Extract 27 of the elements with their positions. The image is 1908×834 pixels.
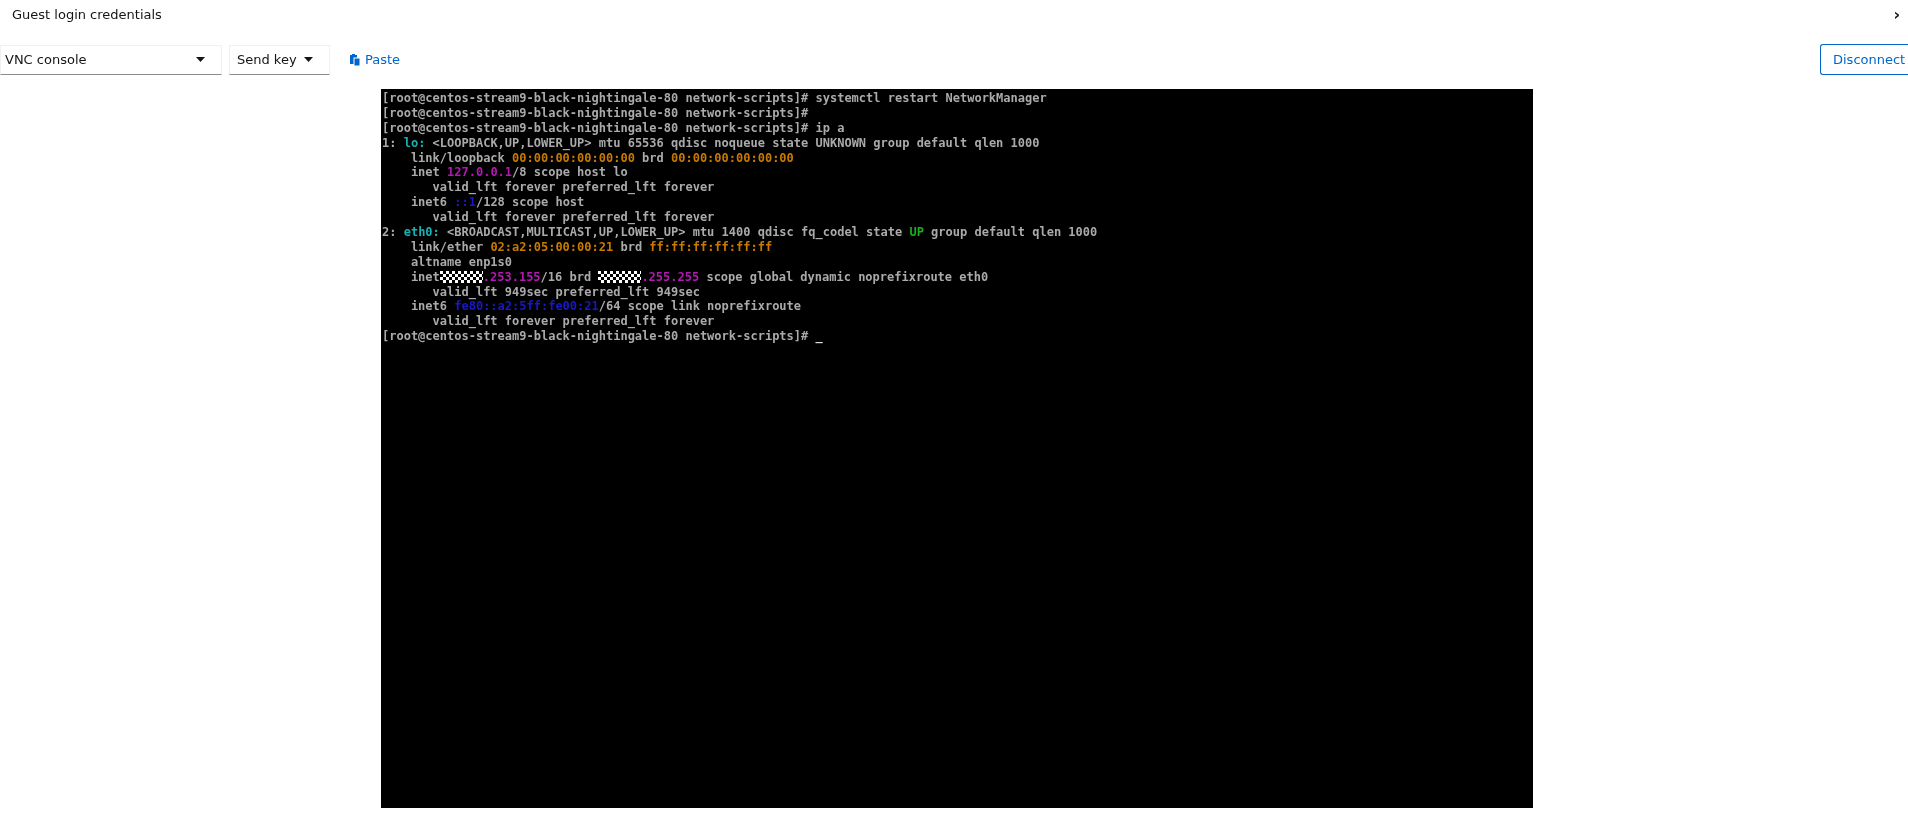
expand-toggle[interactable]: › — [1889, 4, 1904, 24]
terminal-line: 1: lo: <LOOPBACK,UP,LOWER_UP> mtu 65536 qdisc noqueue state UNKNOWN group default qlen 1000 — [382, 135, 1040, 151]
terminal-line: valid_lft forever preferred_lft forever — [431, 210, 715, 225]
terminal-line: [root@centos-stream9-black-nightingale-80 network-scripts]# systemctl restart NetworkManager — [382, 91, 1047, 106]
terminal-line: inet6 fe80::a2:5ff:fe00:21/64 scope link noprefixroute — [409, 299, 802, 315]
paste-button[interactable]: Paste — [350, 52, 401, 67]
terminal-line: [root@centos-stream9-black-nightingale-80 network-scripts]# _ — [382, 329, 823, 345]
clipboard-icon — [350, 53, 360, 66]
caret-icon — [196, 57, 205, 62]
terminal-line: 2: eth0: <BROADCAST,MULTICAST,UP,LOWER_UP> mtu 1400 qdisc fq_codel state UP group default qlen 1000 — [382, 225, 1098, 240]
console-type-dropdown[interactable]: VNC console — [0, 44, 222, 75]
terminal-line: inet 127.0.0.1/8 scope host lo — [409, 165, 628, 181]
terminal-line: [root@centos-stream9-black-nightingale-80 network-scripts]# ip a — [382, 120, 845, 136]
terminal-line: altname enp1s0 — [409, 254, 513, 270]
terminal-line: valid_lft forever preferred_lft forever — [431, 180, 715, 196]
terminal-line: [root@centos-stream9-black-nightingale-80 network-scripts]# — [382, 105, 809, 121]
terminal-line: valid_lft forever preferred_lft forever — [431, 314, 715, 330]
section-title: Guest login credentials — [12, 6, 162, 22]
caret-icon — [304, 57, 313, 62]
send-key-dropdown[interactable]: Send key — [229, 44, 330, 75]
vnc-console-screen[interactable] — [381, 89, 1533, 808]
terminal-line: inet .253.155/16 brd .255.255 scope global dynamic noprefixroute eth0 — [409, 269, 989, 285]
terminal-line: link/loopback 00:00:00:00:00:00 brd 00:00:00:00:00:00 — [409, 150, 794, 166]
terminal-line: inet6 ::1/128 scope host — [409, 195, 585, 211]
terminal-line: valid_lft 949sec preferred_lft 949sec — [431, 284, 700, 300]
disconnect-button[interactable]: Disconnect — [1820, 44, 1908, 75]
terminal-line: link/ether 02:a2:05:00:00:21 brd ff:ff:ff:ff:ff:ff — [409, 239, 773, 255]
